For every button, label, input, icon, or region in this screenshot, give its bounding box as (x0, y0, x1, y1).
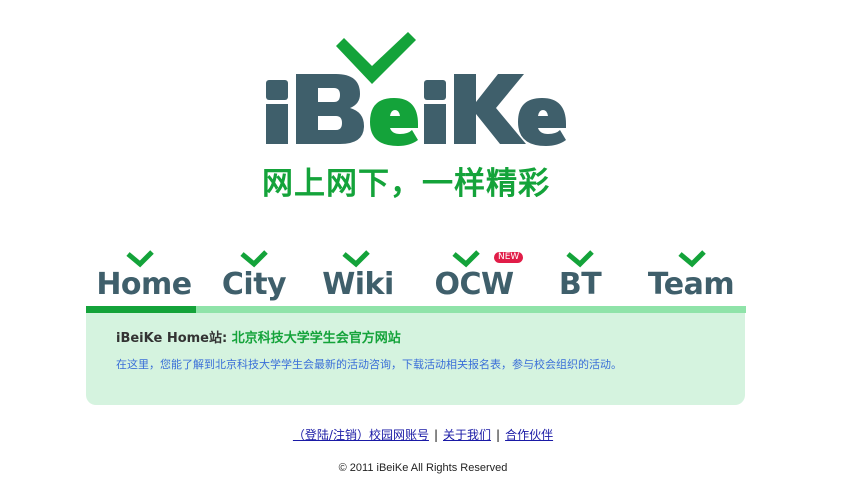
panel-title: iBeiKe Home站: 北京科技大学学生会官方网站 (116, 327, 401, 346)
check-icon (126, 250, 154, 268)
tab-label: BT (558, 267, 602, 302)
check-icon (240, 250, 268, 268)
tab-wiki[interactable]: Wiki (318, 248, 398, 304)
tab-bt[interactable]: BT (552, 248, 608, 304)
footer-links: （登陆/注销）校园网账号 | 关于我们 | 合作伙伴 (0, 426, 846, 443)
check-icon (452, 250, 480, 268)
tab-label: OCW (434, 267, 514, 302)
tab-label: Home (96, 267, 192, 302)
logo-slogan: 网上网下，一样精彩 (262, 166, 550, 202)
tab-city[interactable]: City (218, 248, 290, 304)
tab-home[interactable]: Home (94, 248, 194, 304)
check-icon (566, 250, 594, 268)
tab-bar (196, 306, 746, 313)
tab-ocw[interactable]: NEW OCW (432, 248, 524, 304)
panel-site-name: 北京科技大学学生会官方网站 (231, 331, 401, 346)
footer-separator: | (496, 428, 501, 442)
check-icon (342, 250, 370, 268)
tab-label: Team (647, 267, 735, 302)
tab-label: Wiki (322, 267, 394, 302)
login-link[interactable]: （登陆/注销）校园网账号 (293, 428, 429, 442)
tab-label: City (221, 267, 287, 302)
new-badge: NEW (494, 252, 524, 263)
about-link[interactable]: 关于我们 (443, 428, 491, 442)
footer-separator: | (433, 428, 438, 442)
panel-title-prefix: iBeiKe Home站: (116, 331, 228, 346)
check-icon (678, 250, 706, 268)
tab-team[interactable]: Team (646, 248, 736, 304)
panel-description: 在这里，您能了解到北京科技大学学生会最新的活动咨询，下载活动相关报名表，参与校会… (116, 358, 622, 371)
active-tab-indicator (86, 306, 196, 313)
nav-tabs: Home City Wiki NEW OCW BT Team (86, 248, 746, 304)
tab-content-panel: iBeiKe Home站: 北京科技大学学生会官方网站 在这里，您能了解到北京科… (86, 313, 745, 405)
partners-link[interactable]: 合作伙伴 (505, 428, 553, 442)
copyright: © 2011 iBeiKe All Rights Reserved (338, 462, 508, 474)
